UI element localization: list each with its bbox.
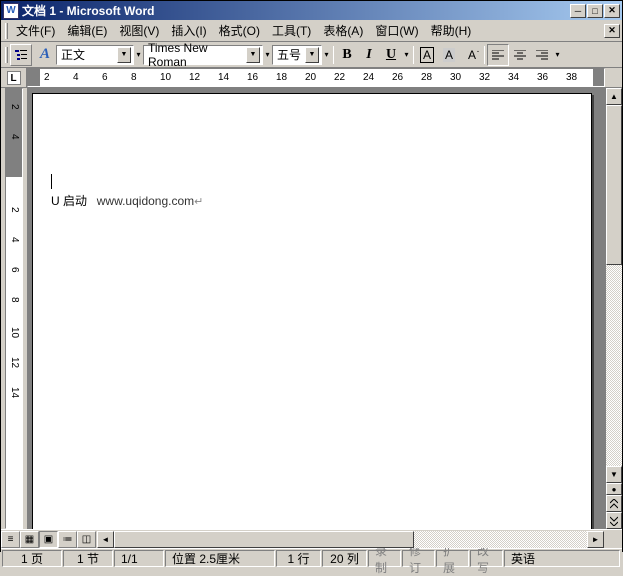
menu-file[interactable]: 文件(F) [10,20,61,41]
font-button[interactable]: A [34,44,56,66]
outline-view-button[interactable] [10,44,32,66]
menu-tools[interactable]: 工具(T) [266,20,317,41]
vertical-scrollbar[interactable]: ▲ ▼ ● [605,88,622,529]
status-lang: 英语 [504,550,620,567]
doc-close-button[interactable]: ✕ [604,24,620,38]
size-combo[interactable]: 五号 ▼ [272,45,322,65]
web-view-button[interactable]: ▦ [20,531,39,548]
status-section: 1 节 [63,550,113,567]
scroll-up-button[interactable]: ▲ [606,88,622,105]
horizontal-ruler[interactable]: 2468101214161820222426283032343638 [27,68,605,87]
reading-view-button[interactable]: ◫ [77,531,96,548]
chevron-down-icon: ▼ [117,47,131,63]
normal-view-button[interactable]: ≡ [1,531,20,548]
size-more-button[interactable]: ▾ [322,44,331,66]
maximize-button[interactable]: □ [587,4,603,18]
status-rev[interactable]: 修订 [402,550,435,567]
document-page[interactable]: U 启动 www.uqidong.com↵ [32,93,592,529]
scroll-thumb[interactable] [606,105,622,265]
status-bar: 1 页 1 节 1/1 位置 2.5厘米 1 行 20 列 录制 修订 扩展 改… [1,548,622,568]
style-value: 正文 [59,46,117,63]
bold-button[interactable]: B [336,44,358,66]
style-combo[interactable]: 正文 ▼ [56,45,134,65]
font-a-icon: A [40,46,50,63]
menu-view[interactable]: 视图(V) [113,20,165,41]
tab-type-button[interactable]: L [7,71,21,85]
status-pages: 1/1 [114,550,164,567]
align-right-button[interactable] [531,44,553,66]
menu-window[interactable]: 窗口(W) [369,20,424,41]
align-left-button[interactable] [487,44,509,66]
status-page: 1 页 [2,550,62,567]
menu-format[interactable]: 格式(O) [213,20,266,41]
menu-edit[interactable]: 编辑(E) [61,20,113,41]
outline-icon [14,48,28,62]
document-text[interactable]: U 启动 www.uqidong.com↵ [51,192,573,209]
size-value: 五号 [275,46,305,63]
minimize-button[interactable]: ─ [570,4,586,18]
char-scale-button[interactable]: A͘ [460,44,482,66]
scroll-left-button[interactable]: ◄ [97,531,114,548]
align-left-icon [492,50,504,60]
print-view-button[interactable]: ▣ [39,531,58,548]
font-value: Times New Roman [146,41,246,69]
status-line: 1 行 [276,550,321,567]
next-page-button[interactable] [606,512,622,529]
word-app-icon: W [3,3,19,19]
chevron-down-icon: ▼ [305,47,319,63]
menu-table[interactable]: 表格(A) [317,20,369,41]
hscroll-thumb[interactable] [114,531,414,548]
scroll-right-button[interactable]: ► [587,531,604,548]
status-ext[interactable]: 扩展 [436,550,469,567]
toolbar-more-button[interactable]: ▾ [553,44,562,66]
window-title: 文档 1 - Microsoft Word [22,2,570,19]
toolbar-grip[interactable] [5,47,8,63]
menubar-grip[interactable] [5,23,8,39]
align-center-button[interactable] [509,44,531,66]
browse-select-button[interactable]: ● [606,483,622,495]
vertical-ruler[interactable]: 242468101214 [5,88,23,529]
horizontal-scrollbar[interactable]: ◄ ► [97,531,604,548]
chevron-down-icon: ▼ [246,47,260,63]
scroll-down-button[interactable]: ▼ [606,466,622,483]
status-ovr[interactable]: 改写 [470,550,503,567]
prev-page-button[interactable] [606,495,622,512]
status-col: 20 列 [322,550,367,567]
italic-button[interactable]: I [358,44,380,66]
status-position: 位置 2.5厘米 [165,550,275,567]
paragraph-mark-icon: ↵ [194,196,203,208]
menu-insert[interactable]: 插入(I) [165,20,212,41]
char-shading-button[interactable]: A [438,44,460,66]
close-button[interactable]: ✕ [604,4,620,18]
underline-more-button[interactable]: ▾ [402,44,411,66]
align-right-icon [536,50,548,60]
style-more-button[interactable]: ▾ [134,44,143,66]
status-rec[interactable]: 录制 [368,550,401,567]
outline-view-button[interactable]: ≔ [58,531,77,548]
menu-help[interactable]: 帮助(H) [425,20,478,41]
underline-button[interactable]: U [380,44,402,66]
align-center-icon [514,50,526,60]
char-border-button[interactable]: A [416,44,438,66]
font-combo[interactable]: Times New Roman ▼ [143,45,263,65]
font-more-button[interactable]: ▾ [263,44,272,66]
